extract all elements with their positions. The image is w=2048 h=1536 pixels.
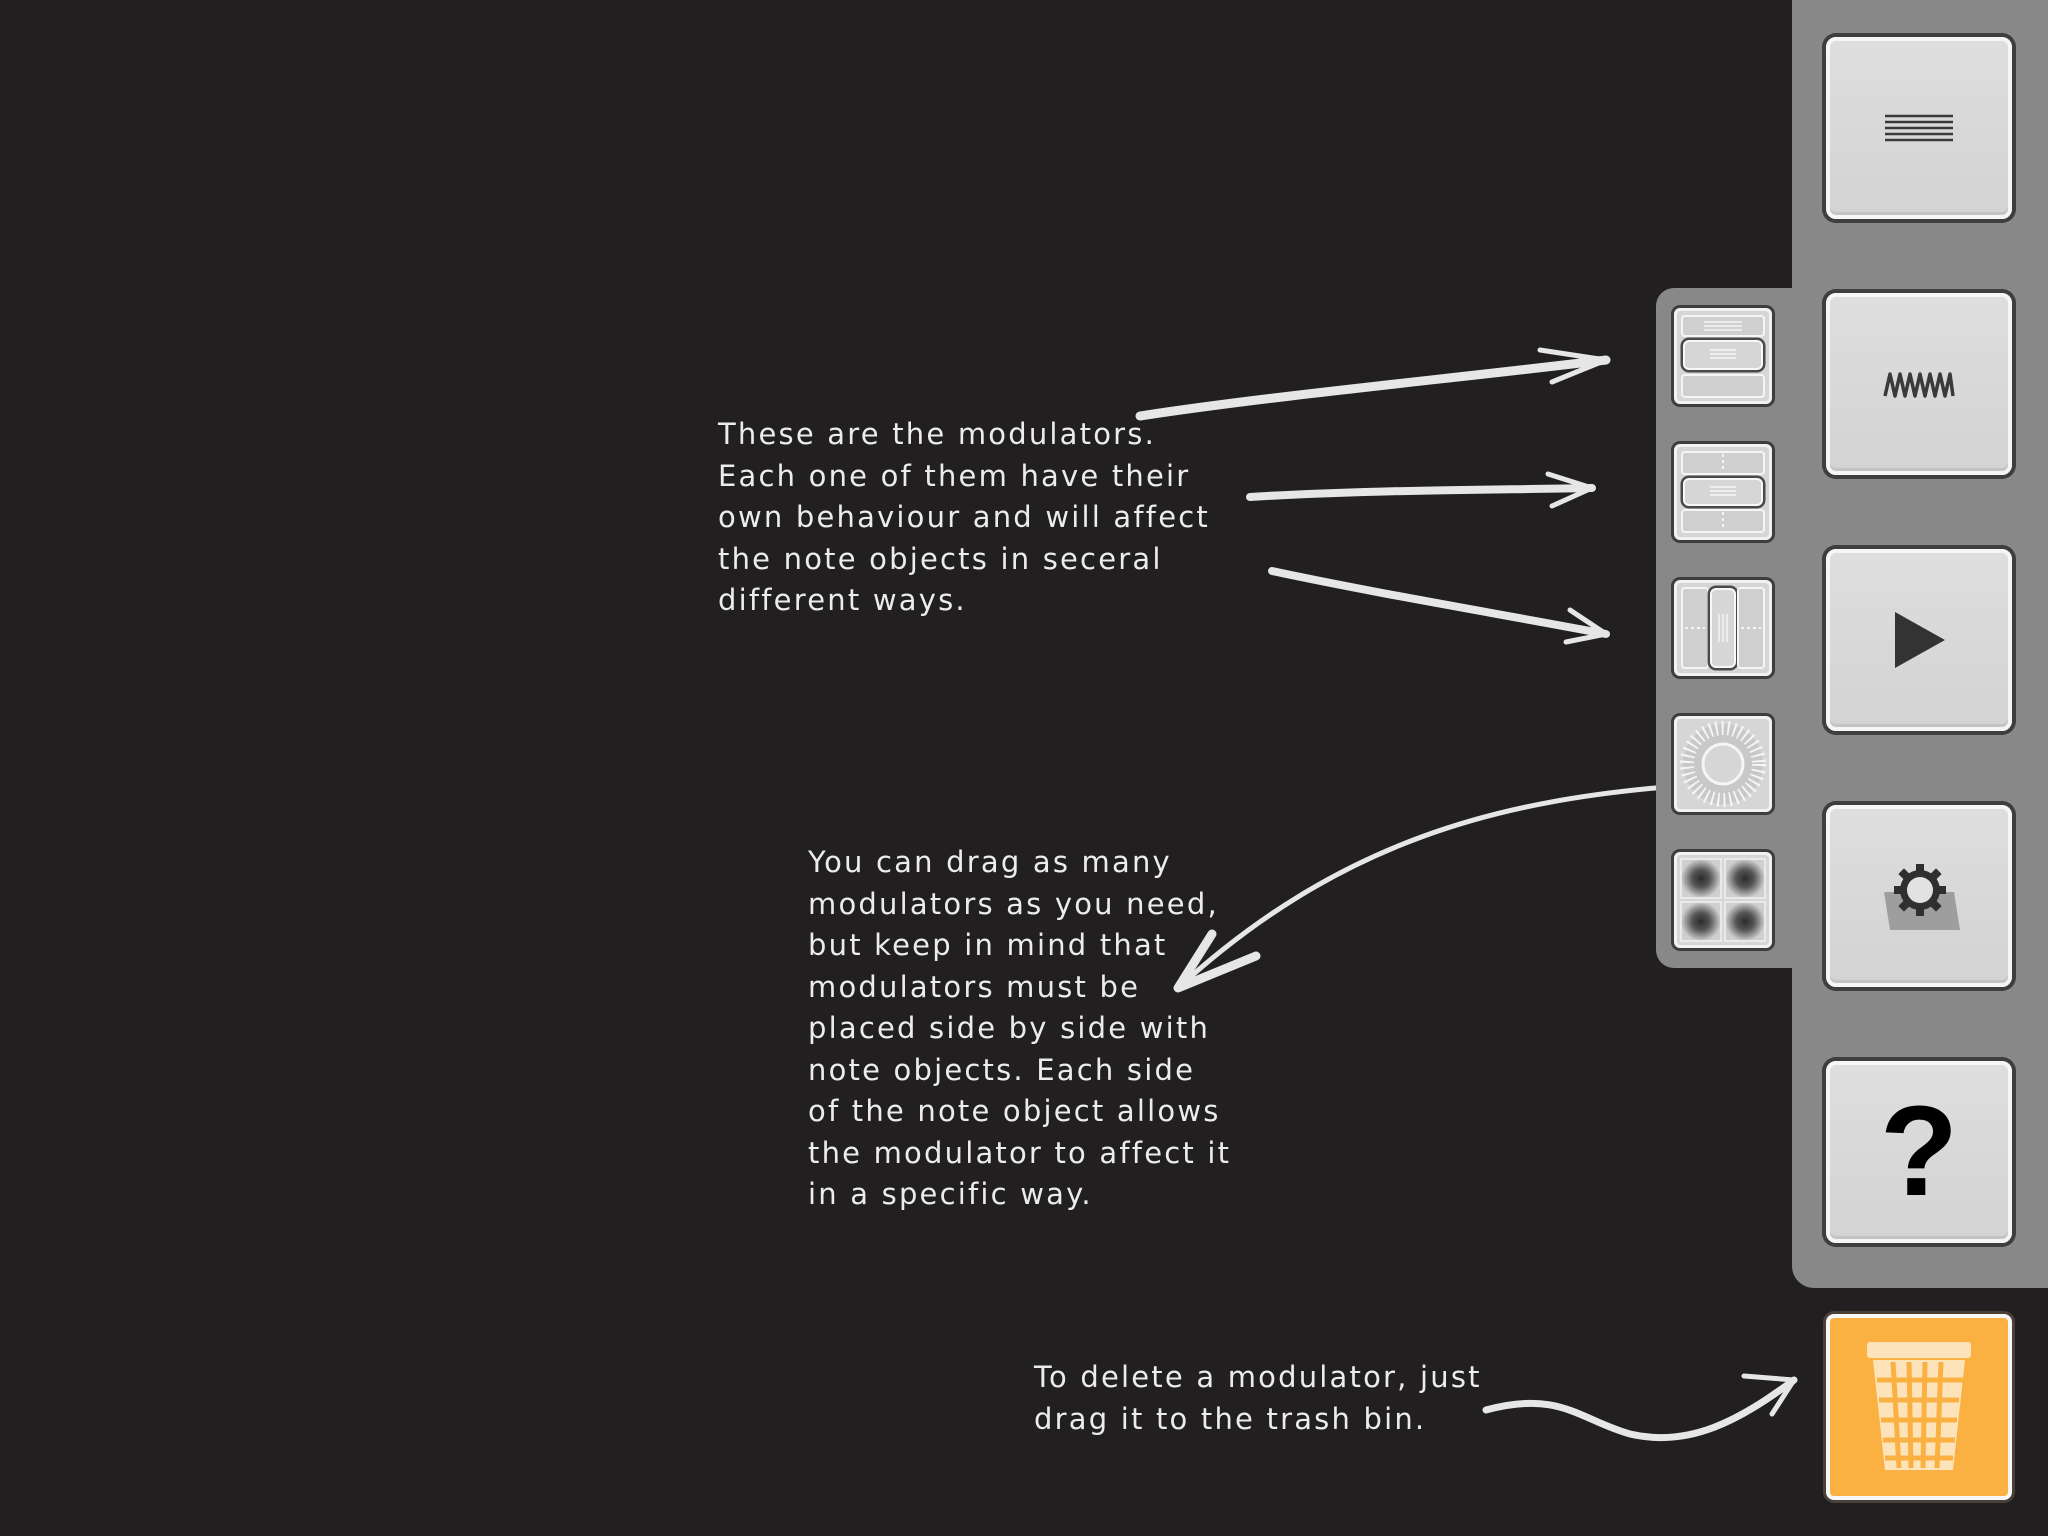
- play-icon: [1895, 612, 1945, 668]
- wave-button[interactable]: [1826, 293, 2012, 475]
- lines-button[interactable]: [1826, 37, 2012, 219]
- wave-icon: [1883, 372, 1955, 398]
- modulator-slider-vertical[interactable]: [1674, 580, 1772, 676]
- modulator-slider-horizontal[interactable]: [1674, 308, 1772, 404]
- arrow-to-modulator-3: [1268, 567, 1610, 638]
- arrow-to-modulator-1: [1135, 355, 1611, 421]
- modulator-slider-vertical-icon: [1681, 585, 1765, 671]
- modulator-slider-center[interactable]: [1674, 444, 1772, 540]
- arrow-to-trash: [1482, 1376, 1798, 1442]
- trash-bin[interactable]: [1826, 1314, 2012, 1500]
- arrow-to-modulator-2: [1246, 484, 1596, 501]
- lines-icon: [1885, 114, 1953, 142]
- modulator-grid[interactable]: [1674, 852, 1772, 948]
- modulator-radial[interactable]: [1674, 716, 1772, 812]
- trash-bin-icon: [1867, 1342, 1971, 1470]
- settings-icon: [1884, 864, 1960, 930]
- play-button[interactable]: [1826, 549, 2012, 731]
- modulator-slider-center-icon: [1680, 451, 1766, 533]
- help-icon: ?: [1879, 1080, 1959, 1223]
- modulator-grid-icon: [1680, 858, 1766, 942]
- modulator-radial-icon: [1680, 721, 1766, 807]
- help-button[interactable]: ?: [1826, 1061, 2012, 1243]
- settings-button[interactable]: [1826, 805, 2012, 987]
- modulator-slider-horizontal-icon: [1680, 315, 1766, 398]
